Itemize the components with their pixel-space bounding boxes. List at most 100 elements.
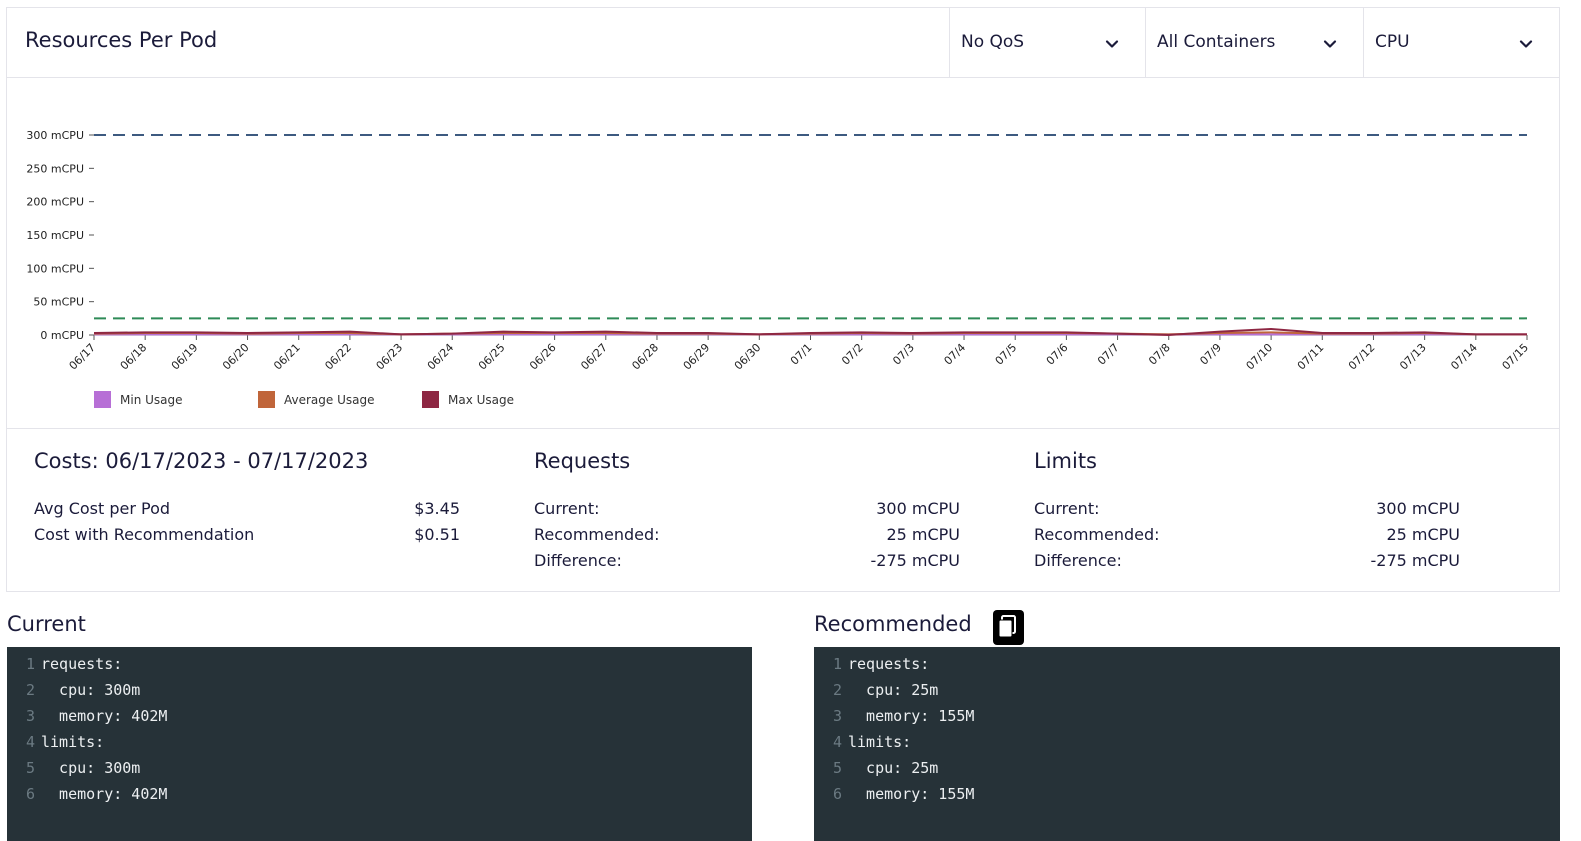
limits-row-value: 25 mCPU [1386, 525, 1460, 544]
qos-dropdown[interactable]: No QoS [949, 8, 1146, 78]
line-number: 3 [832, 707, 842, 725]
x-tick-label: 06/24 [425, 341, 457, 373]
x-tick-label: 07/11 [1295, 341, 1327, 373]
x-tick-label: 06/19 [169, 341, 201, 373]
resources-per-pod-panel: Resources Per Pod No QoS All Containers … [6, 7, 1560, 592]
code-line: 2 cpu: 25m [814, 681, 938, 707]
costs-section: Costs: 06/17/2023 - 07/17/2023 Avg Cost … [7, 428, 1559, 592]
container-dropdown[interactable]: All Containers [1145, 8, 1364, 78]
resource-dropdown-label: CPU [1375, 32, 1410, 52]
code-line: 5 cpu: 25m [814, 759, 938, 785]
y-tick-label: 150 mCPU [26, 229, 84, 242]
legend-swatch [422, 391, 439, 408]
x-tick-label: 06/22 [322, 341, 354, 373]
code-line: 3 memory: 155M [814, 707, 974, 733]
x-tick-label: 07/15 [1500, 341, 1532, 373]
x-tick-label: 06/20 [220, 341, 252, 373]
legend-swatch [94, 391, 111, 408]
requests-title: Requests [534, 449, 631, 473]
costs-title: Costs: 06/17/2023 - 07/17/2023 [34, 449, 369, 473]
y-tick-label: 200 mCPU [26, 196, 84, 209]
x-tick-label: 07/13 [1397, 341, 1429, 373]
legend-swatch [258, 391, 275, 408]
x-tick-label: 07/12 [1346, 341, 1378, 373]
y-tick-label: 250 mCPU [26, 162, 84, 175]
legend-item[interactable]: Min Usage [94, 391, 183, 408]
x-tick-label: 06/29 [681, 341, 713, 373]
x-tick-label: 07/4 [941, 341, 968, 368]
code-line: 1 requests: [7, 655, 122, 681]
x-tick-label: 06/23 [374, 341, 406, 373]
y-tick-label: 300 mCPU [26, 129, 84, 142]
x-tick-label: 06/25 [476, 341, 508, 373]
code-line: 3 memory: 402M [7, 707, 167, 733]
code-text: memory: 402M [41, 785, 168, 803]
costs-row-label: Avg Cost per Pod [34, 499, 171, 518]
requests-row-label: Current: [534, 499, 600, 518]
code-line: 4 limits: [814, 733, 911, 759]
requests-row-value: 25 mCPU [886, 525, 960, 544]
chevron-down-icon [1323, 40, 1337, 48]
copy-button[interactable] [993, 610, 1024, 645]
requests-row-label: Recommended: [534, 525, 660, 544]
x-tick-label: 06/17 [67, 341, 99, 373]
code-line: 2 cpu: 300m [7, 681, 140, 707]
limits-row-value: -275 mCPU [1370, 551, 1460, 570]
code-text: requests: [41, 655, 123, 673]
copy-icon [998, 615, 1016, 638]
legend-item[interactable]: Average Usage [258, 391, 374, 408]
code-text: cpu: 25m [848, 759, 939, 777]
line-number: 4 [25, 733, 35, 751]
code-text: memory: 155M [848, 785, 975, 803]
requests-row-value: 300 mCPU [876, 499, 960, 518]
recommended-yaml-code: 1 requests: 2 cpu: 25m 3 memory: 155M 4 limit… [814, 647, 1560, 841]
line-number: 5 [832, 759, 842, 777]
usage-chart: 0 mCPU 50 mCPU 100 mCPU 150 mCPU 200 mCPU 250… [7, 79, 1559, 429]
costs-row-label: Cost with Recommendation [34, 525, 255, 544]
code-line: 4 limits: [7, 733, 104, 759]
x-tick-label: 06/28 [629, 341, 661, 373]
costs-row-value: $0.51 [414, 525, 460, 544]
legend-label: Min Usage [120, 392, 183, 407]
x-tick-label: 07/8 [1146, 341, 1173, 368]
costs-row-value: $3.45 [414, 499, 460, 518]
x-tick-label: 06/21 [271, 341, 303, 373]
limits-row-label: Difference: [1034, 551, 1122, 570]
line-number: 2 [25, 681, 35, 699]
code-line: 5 cpu: 300m [7, 759, 140, 785]
legend-item[interactable]: Max Usage [422, 391, 514, 408]
code-text: cpu: 25m [848, 681, 939, 699]
container-dropdown-label: All Containers [1157, 32, 1276, 52]
x-tick-label: 07/14 [1448, 341, 1480, 373]
line-number: 1 [25, 655, 35, 673]
code-text: cpu: 300m [41, 759, 141, 777]
x-tick-label: 06/18 [118, 341, 150, 373]
x-tick-label: 07/2 [839, 341, 866, 368]
x-tick-label: 06/27 [578, 341, 610, 373]
current-yaml-code: 1 requests: 2 cpu: 300m 3 memory: 402M 4 limi… [7, 647, 752, 841]
x-tick-label: 06/26 [527, 341, 559, 373]
panel-title: Resources Per Pod [25, 28, 218, 52]
legend-label: Max Usage [448, 392, 515, 407]
x-tick-label: 06/30 [732, 341, 764, 373]
x-tick-label: 07/9 [1197, 341, 1224, 368]
line-number: 2 [832, 681, 842, 699]
legend-label: Average Usage [284, 392, 375, 407]
x-tick-label: 07/3 [890, 341, 917, 368]
x-tick-label: 07/5 [993, 341, 1020, 368]
code-text: memory: 155M [848, 707, 975, 725]
limits-row-label: Recommended: [1034, 525, 1160, 544]
line-number: 6 [25, 785, 35, 803]
recommended-yaml-title: Recommended [814, 612, 972, 636]
code-text: cpu: 300m [41, 681, 141, 699]
y-tick-label: 100 mCPU [26, 262, 84, 275]
x-tick-label: 07/1 [788, 341, 815, 368]
chevron-down-icon [1519, 40, 1533, 48]
code-line: 6 memory: 155M [814, 785, 974, 811]
code-text: requests: [848, 655, 930, 673]
resource-dropdown[interactable]: CPU [1363, 8, 1560, 78]
code-text: limits: [41, 733, 105, 751]
panel-header: Resources Per Pod No QoS All Containers … [7, 8, 1559, 78]
requests-row-value: -275 mCPU [870, 551, 960, 570]
qos-dropdown-label: No QoS [961, 32, 1025, 52]
